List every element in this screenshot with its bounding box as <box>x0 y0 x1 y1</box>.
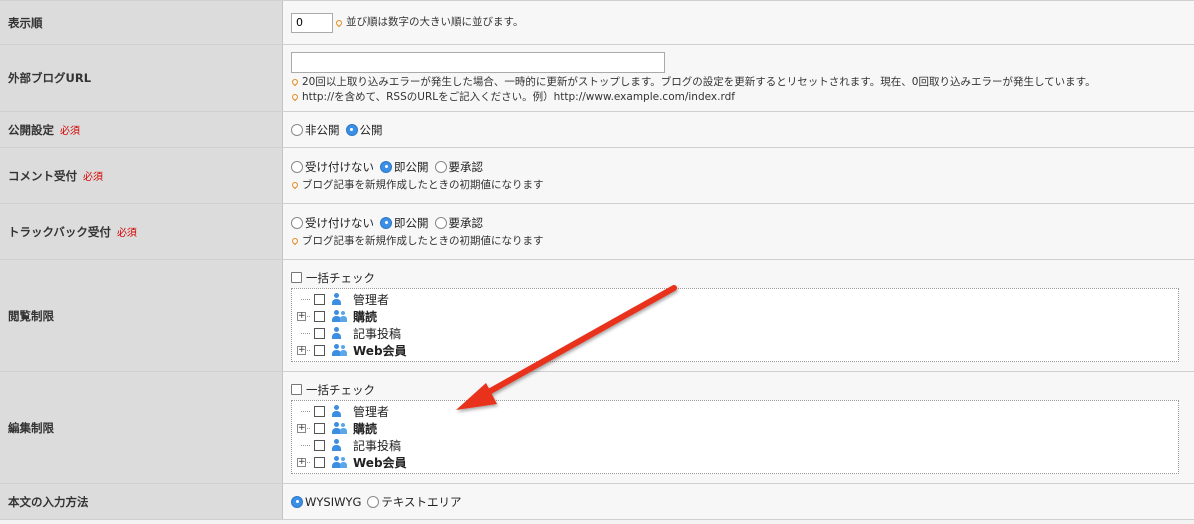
external-blog-note-1: 20回以上取り込みエラーが発生した場合、一時的に更新がストップします。ブログの設… <box>302 75 1096 88</box>
edit-check-all-label: 一括チェック <box>306 382 375 397</box>
trackback-option-immediate[interactable]: 即公開 <box>380 215 429 231</box>
tree-checkbox[interactable] <box>314 439 325 451</box>
public-setting-label: 公開設定 必須 <box>0 112 283 147</box>
tree-item: 記事投稿 <box>296 437 1178 454</box>
row-input-method: 本文の入力方法 WYSIWYG テキストエリア <box>0 484 1194 520</box>
comment-option-reject[interactable]: 受け付けない <box>291 159 374 175</box>
tree-checkbox[interactable] <box>314 456 325 468</box>
view-limit-tree: 管理者 + 購読 記事投稿 + Web会員 <box>291 287 1179 362</box>
external-blog-note-2: http://を含めて、RSSのURLをご記入ください。例）http://www… <box>302 90 735 103</box>
display-order-note: 並び順は数字の大きい順に並びます。 <box>346 16 524 28</box>
view-limit-label: 閲覧制限 <box>0 260 283 371</box>
row-view-limit: 閲覧制限 一括チェック 管理者 + 購読 記事投稿 + Web会員 <box>0 260 1194 372</box>
group-icon <box>331 421 349 435</box>
tree-checkbox[interactable] <box>314 327 325 339</box>
edit-check-all-checkbox[interactable] <box>291 384 302 395</box>
tree-expand-icon[interactable]: + <box>297 457 306 467</box>
radio-private[interactable] <box>291 123 303 136</box>
user-icon <box>331 292 349 306</box>
tree-item: + Web会員 <box>297 455 407 470</box>
tree-checkbox[interactable] <box>314 422 325 434</box>
group-icon <box>331 309 349 323</box>
radio-public[interactable] <box>345 123 358 136</box>
public-option-public[interactable]: 公開 <box>345 122 383 138</box>
tree-expand-icon[interactable]: + <box>297 345 306 355</box>
tree-expand-icon[interactable]: + <box>297 311 306 321</box>
external-blog-url-input[interactable] <box>291 51 665 73</box>
user-icon <box>331 326 349 340</box>
view-check-all-checkbox[interactable] <box>291 272 302 283</box>
pin-icon <box>334 18 344 27</box>
pin-icon <box>290 180 300 190</box>
tree-checkbox[interactable] <box>314 310 325 322</box>
tree-expand-icon[interactable]: + <box>297 423 306 433</box>
row-comment: コメント受付 必須 受け付けない 即公開 要承認 ブログ記事を新規作成したときの初… <box>0 148 1194 204</box>
comment-note: ブログ記事を新規作成したときの初期値になります <box>302 178 544 191</box>
required-badge: 必須 <box>83 172 103 183</box>
tree-item: 管理者 <box>296 291 1178 308</box>
row-trackback: トラックバック受付 必須 受け付けない 即公開 要承認 ブログ記事を新規作成したと… <box>0 204 1194 260</box>
row-external-blog-url: 外部ブログURL 20回以上取り込みエラーが発生した場合、一時的に更新がストップ… <box>0 45 1194 112</box>
tree-checkbox[interactable] <box>314 344 325 356</box>
comment-option-immediate[interactable]: 即公開 <box>380 159 429 175</box>
input-method-option-wysiwyg[interactable]: WYSIWYG <box>291 494 361 510</box>
comment-option-approval[interactable]: 要承認 <box>434 159 483 175</box>
tree-item: + Web会員 <box>297 343 407 358</box>
group-icon <box>331 455 349 469</box>
tree-item: 記事投稿 <box>296 325 1178 342</box>
trackback-option-approval[interactable]: 要承認 <box>434 215 483 231</box>
trackback-option-reject[interactable]: 受け付けない <box>291 215 374 231</box>
tree-item: 管理者 <box>296 403 1178 420</box>
edit-limit-tree: 管理者 + 購読 記事投稿 + Web会員 <box>291 399 1179 474</box>
tree-item: + 購読 <box>297 309 378 324</box>
blog-settings-form: 表示順 並び順は数字の大きい順に並びます。 外部ブログURL 20回以上取り込み… <box>0 0 1194 520</box>
required-badge: 必須 <box>116 228 137 239</box>
external-blog-url-label: 外部ブログURL <box>0 45 283 111</box>
user-icon <box>331 438 349 452</box>
pin-icon <box>290 77 300 87</box>
comment-label: コメント受付 必須 <box>0 148 283 203</box>
edit-limit-label: 編集制限 <box>0 372 283 483</box>
tree-checkbox[interactable] <box>314 293 325 305</box>
trackback-note: ブログ記事を新規作成したときの初期値になります <box>302 234 544 247</box>
tree-checkbox[interactable] <box>314 405 325 417</box>
row-public-setting: 公開設定 必須 非公開 公開 <box>0 112 1194 148</box>
user-icon <box>331 404 349 418</box>
pin-icon <box>290 236 300 246</box>
display-order-input[interactable] <box>291 12 333 33</box>
public-option-private[interactable]: 非公開 <box>291 122 340 138</box>
trackback-label: トラックバック受付 必須 <box>0 204 283 259</box>
row-edit-limit: 編集制限 一括チェック 管理者 + 購読 記事投稿 + Web会員 <box>0 372 1194 484</box>
group-icon <box>331 343 349 357</box>
row-display-order: 表示順 並び順は数字の大きい順に並びます。 <box>0 1 1194 45</box>
pin-icon <box>290 92 300 102</box>
display-order-label: 表示順 <box>0 1 283 44</box>
input-method-label: 本文の入力方法 <box>0 484 283 519</box>
tree-item: + 購読 <box>297 421 378 436</box>
required-badge: 必須 <box>60 126 80 137</box>
input-method-option-textarea[interactable]: テキストエリア <box>367 494 462 510</box>
view-check-all-label: 一括チェック <box>306 270 375 285</box>
